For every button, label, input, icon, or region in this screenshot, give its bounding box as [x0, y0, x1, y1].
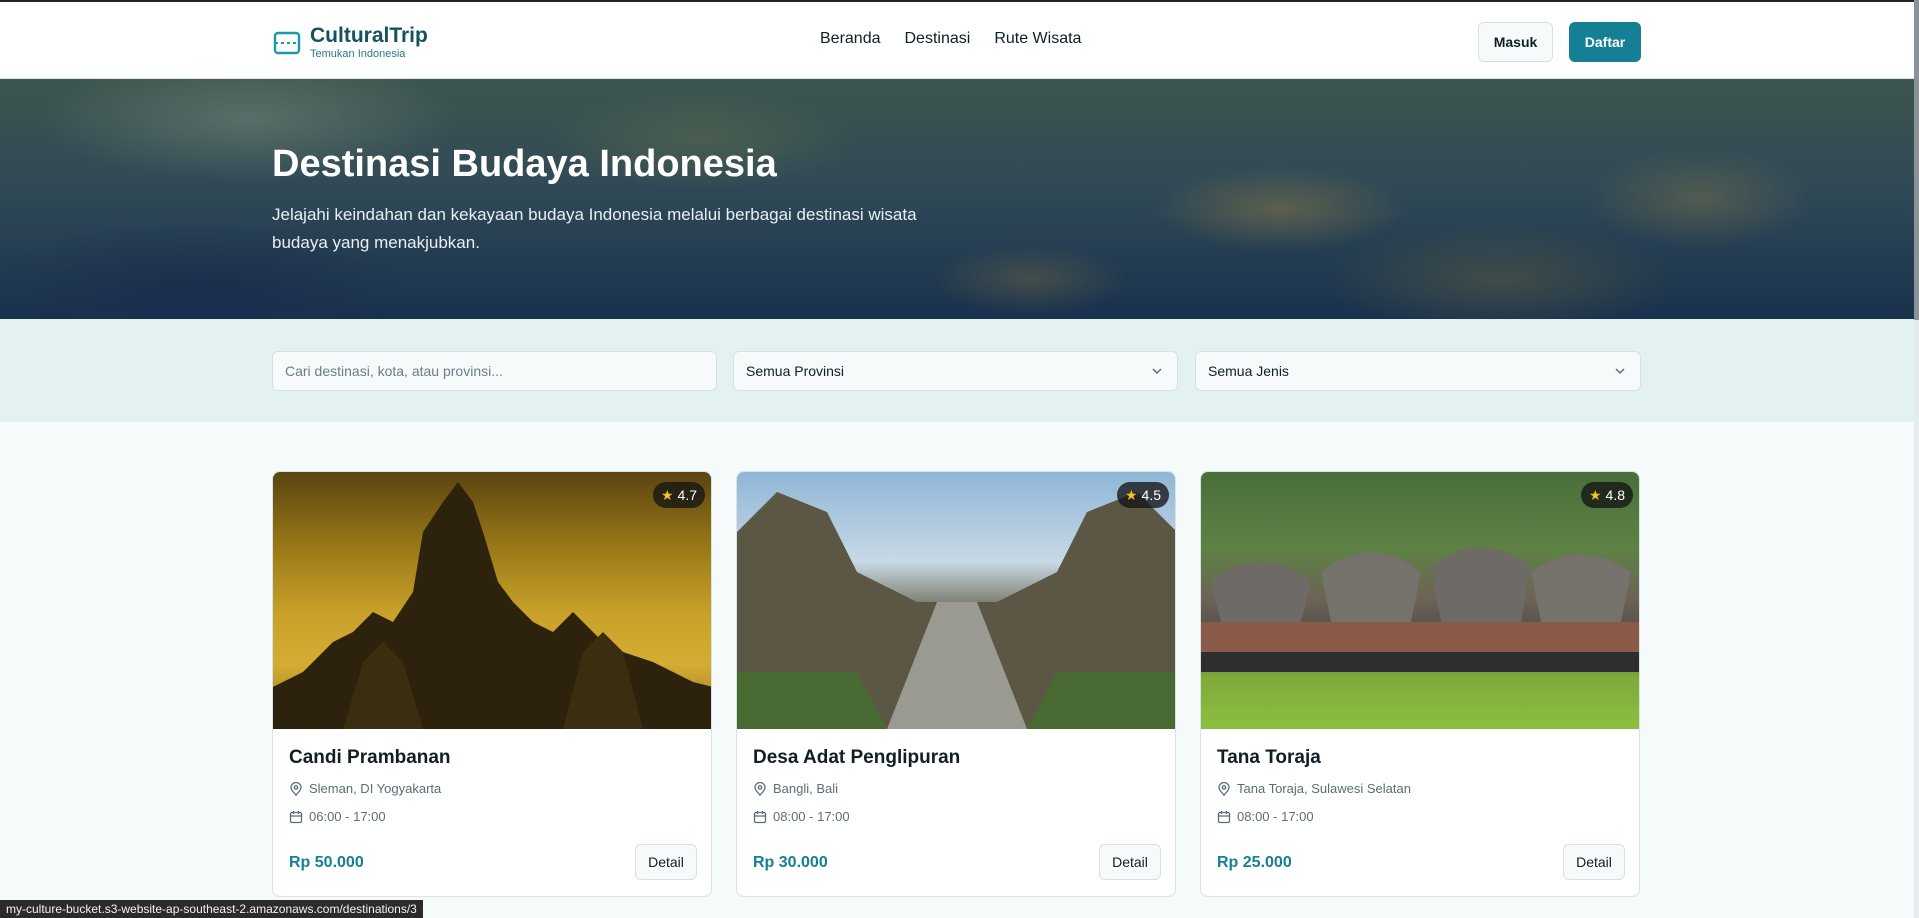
star-icon: ★: [1588, 486, 1602, 503]
destination-card[interactable]: ★ 4.8 Tana Toraja Tana Toraja, Sulawesi …: [1200, 471, 1640, 897]
rating-badge: ★ 4.8: [1580, 482, 1633, 508]
type-select-value: Semua Jenis: [1208, 363, 1289, 379]
destination-location: Sleman, DI Yogyakarta: [289, 781, 441, 796]
hours-text: 08:00 - 17:00: [773, 809, 850, 824]
destination-title: Tana Toraja: [1217, 747, 1321, 768]
main-nav: Beranda Destinasi Rute Wisata: [820, 30, 1081, 48]
destination-title: Candi Prambanan: [289, 747, 451, 768]
star-icon: ★: [660, 486, 674, 503]
page-title: Destinasi Budaya Indonesia: [272, 143, 777, 185]
location-text: Bangli, Bali: [773, 781, 839, 796]
destination-card[interactable]: ★ 4.5 Desa Adat Penglipuran Bangli, Bali…: [736, 471, 1176, 897]
hours-text: 06:00 - 17:00: [309, 809, 386, 824]
destination-image: ★ 4.8: [1201, 472, 1639, 729]
province-select-value: Semua Provinsi: [746, 363, 845, 379]
destination-price: Rp 25.000: [1217, 854, 1292, 871]
link-status-bar: my-culture-bucket.s3-website-ap-southeas…: [0, 900, 423, 918]
province-select[interactable]: Semua Provinsi: [733, 351, 1178, 391]
location-text: Sleman, DI Yogyakarta: [309, 781, 442, 796]
detail-button[interactable]: Detail: [635, 844, 697, 880]
destination-hours: 08:00 - 17:00: [753, 809, 850, 824]
calendar-icon: [289, 810, 303, 823]
calendar-icon: [1217, 810, 1231, 823]
map-pin-icon: [754, 781, 766, 796]
destination-hours: 06:00 - 17:00: [289, 809, 386, 824]
calendar-icon: [753, 810, 767, 823]
destination-location: Tana Toraja, Sulawesi Selatan: [1217, 781, 1411, 796]
brand-name: CulturalTrip: [310, 24, 428, 47]
filter-bar: Cari destinasi, kota, atau provinsi... S…: [0, 319, 1914, 422]
hero-subtitle: Jelajahi keindahan dan kekayaan budaya I…: [272, 205, 917, 252]
brand-tagline: Temukan Indonesia: [310, 48, 406, 60]
rating-badge: ★ 4.5: [1116, 482, 1169, 508]
rating-badge: ★ 4.7: [652, 482, 705, 508]
tongkonan-houses: [1201, 547, 1639, 672]
register-button[interactable]: Daftar: [1569, 22, 1641, 62]
chevron-down-icon: [1615, 368, 1625, 375]
nav-link-destinasi[interactable]: Destinasi: [905, 30, 971, 48]
map-pin-icon: [1218, 781, 1230, 796]
search-input[interactable]: Cari destinasi, kota, atau provinsi...: [272, 351, 717, 391]
login-button[interactable]: Masuk: [1478, 22, 1553, 62]
detail-button[interactable]: Detail: [1563, 844, 1625, 880]
destination-image: ★ 4.5: [737, 472, 1175, 729]
nav-link-rute-wisata[interactable]: Rute Wisata: [994, 30, 1081, 48]
top-navigation-bar: CulturalTrip Temukan Indonesia Beranda D…: [0, 0, 1914, 79]
temple-silhouette: [273, 482, 711, 729]
hero-overlay: [0, 79, 1914, 319]
rating-value: 4.8: [1605, 487, 1625, 503]
ticket-icon: [273, 31, 301, 54]
destination-image: ★ 4.7: [273, 472, 711, 729]
hours-text: 08:00 - 17:00: [1237, 809, 1314, 824]
destination-location: Bangli, Bali: [753, 781, 838, 796]
star-icon: ★: [1124, 486, 1138, 503]
destination-card[interactable]: ★ 4.7 Candi Prambanan Sleman, DI Yogyaka…: [272, 471, 712, 897]
rating-value: 4.7: [677, 487, 697, 503]
destination-hours: 08:00 - 17:00: [1217, 809, 1314, 824]
destination-price: Rp 30.000: [753, 854, 828, 871]
detail-button[interactable]: Detail: [1099, 844, 1161, 880]
rating-value: 4.5: [1141, 487, 1161, 503]
location-text: Tana Toraja, Sulawesi Selatan: [1237, 781, 1411, 796]
destination-price: Rp 50.000: [289, 854, 364, 871]
destination-title: Desa Adat Penglipuran: [753, 747, 961, 768]
map-pin-icon: [290, 781, 302, 796]
nav-link-beranda[interactable]: Beranda: [820, 30, 881, 48]
village-street: [737, 492, 1175, 729]
brand-logo[interactable]: CulturalTrip Temukan Indonesia: [272, 24, 428, 61]
chevron-down-icon: [1152, 368, 1162, 375]
hero-banner: Destinasi Budaya Indonesia Jelajahi kein…: [0, 79, 1914, 319]
page-scrollbar[interactable]: [1914, 0, 1919, 918]
type-select[interactable]: Semua Jenis: [1195, 351, 1641, 391]
scrollbar-thumb[interactable]: [1914, 0, 1919, 320]
